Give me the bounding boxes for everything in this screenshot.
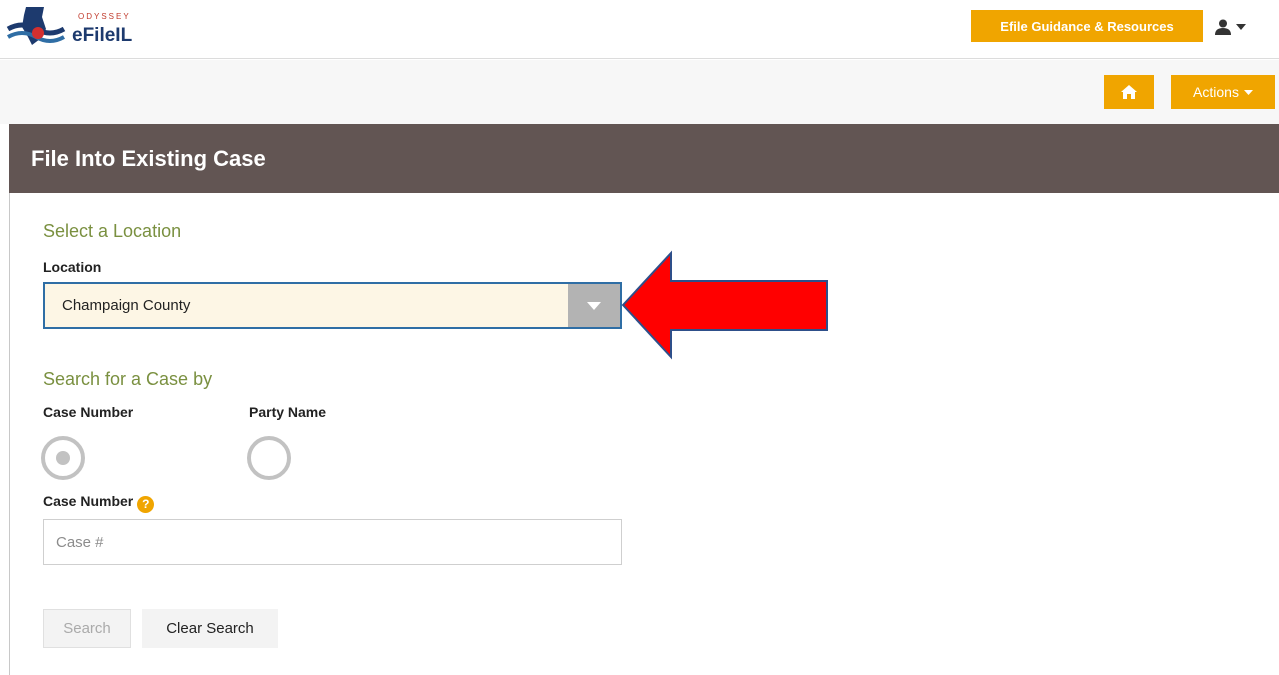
panel-header: File Into Existing Case <box>9 124 1279 193</box>
location-selected-value: Champaign County <box>62 297 191 314</box>
illinois-state-logo-icon <box>6 7 66 45</box>
radio-case-number[interactable] <box>41 436 85 480</box>
location-label: Location <box>43 259 102 275</box>
action-toolbar <box>0 60 1279 124</box>
help-icon[interactable]: ? <box>137 495 155 513</box>
actions-dropdown-button[interactable]: Actions <box>1171 75 1275 109</box>
case-number-input[interactable] <box>43 519 622 565</box>
user-icon <box>1215 19 1231 35</box>
radio-selected-dot <box>56 451 70 465</box>
left-arrow-annotation <box>621 250 828 360</box>
logo-title: eFileIL <box>72 25 133 46</box>
page-title: File Into Existing Case <box>31 146 266 171</box>
actions-label: Actions <box>1193 84 1239 100</box>
efile-guidance-button[interactable]: Efile Guidance & Resources <box>971 10 1203 42</box>
home-button[interactable] <box>1104 75 1154 109</box>
home-icon <box>1121 85 1137 99</box>
user-menu-dropdown[interactable] <box>1214 16 1258 38</box>
select-location-heading: Select a Location <box>43 221 182 241</box>
caret-down-icon <box>1236 24 1246 30</box>
select-toggle[interactable] <box>568 284 620 327</box>
case-number-field-label: Case Number? <box>43 493 155 513</box>
efileil-logo[interactable]: ODYSSEY eFileIL <box>6 3 146 53</box>
chevron-down-icon <box>587 301 601 310</box>
caret-down-icon <box>1243 89 1253 95</box>
search-button[interactable]: Search <box>43 609 131 648</box>
case-number-label-text: Case Number <box>43 493 134 509</box>
location-select[interactable]: Champaign County <box>43 282 622 329</box>
radio-label-party-name: Party Name <box>249 404 327 420</box>
clear-search-button[interactable]: Clear Search <box>142 609 278 648</box>
radio-label-case-number: Case Number <box>43 404 134 420</box>
top-navbar: ODYSSEY eFileIL Efile Guidance & Resourc… <box>0 0 1279 59</box>
search-case-heading: Search for a Case by <box>43 369 213 389</box>
logo-subtitle: ODYSSEY <box>78 12 131 21</box>
radio-party-name[interactable] <box>247 436 291 480</box>
